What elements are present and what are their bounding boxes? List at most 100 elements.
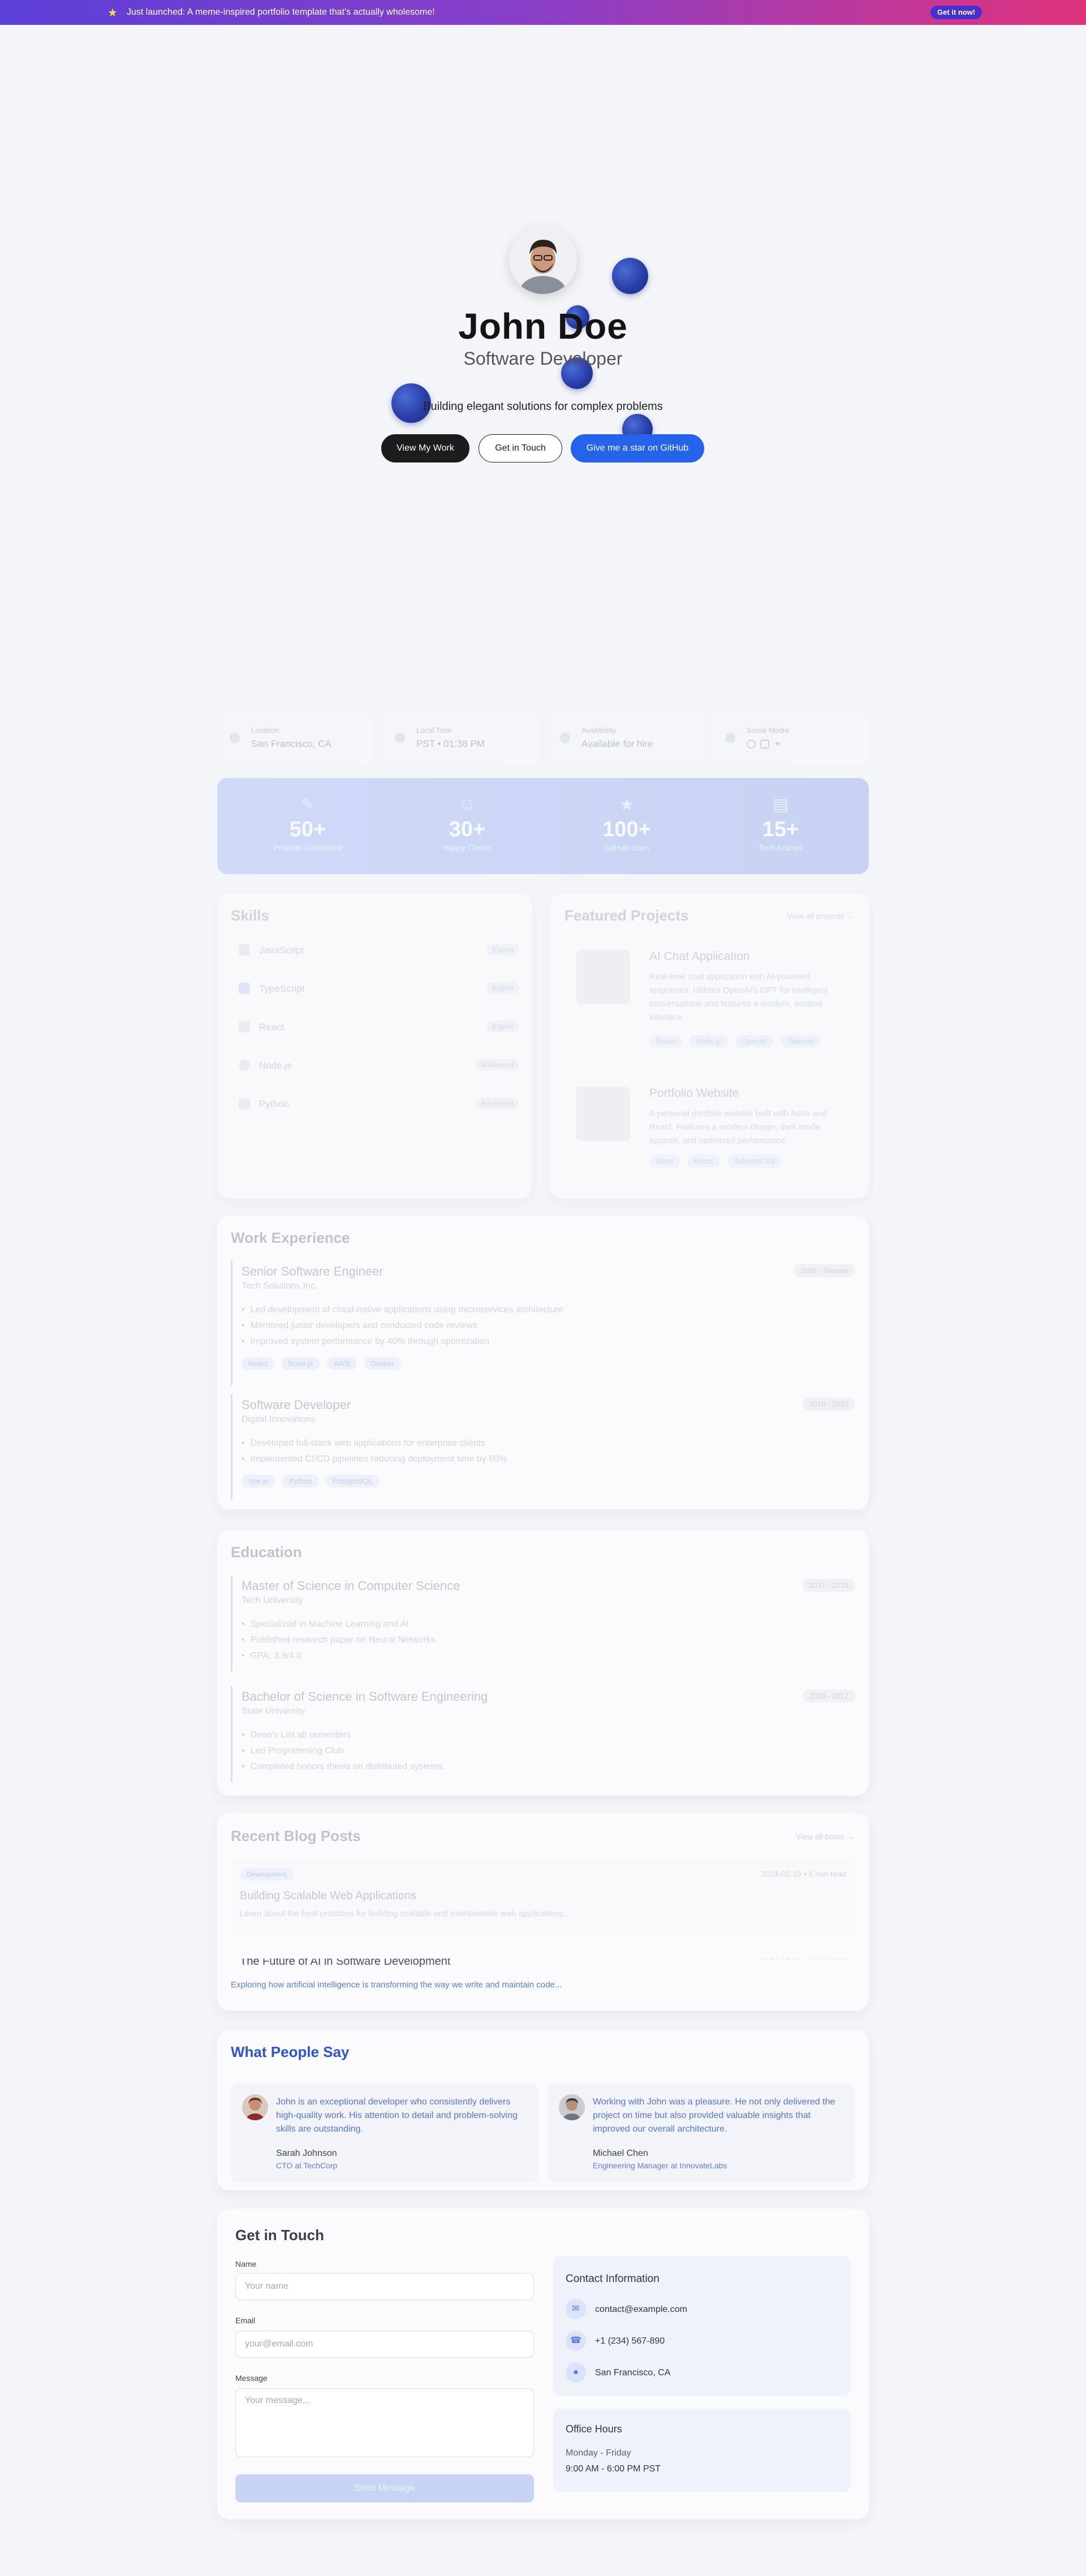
stats-panel: ✎ 50+ Projects Completed ☺ 30+ Happy Cli… (217, 778, 869, 874)
contact-info-title: Contact Information (566, 2273, 660, 2285)
stat-articles: ▤ 15+ Tech Articles (724, 795, 837, 852)
tag: Docker (364, 1357, 401, 1370)
tech-tags: Vue.js Python PostgreSQL (242, 1475, 384, 1488)
get-in-touch-button[interactable]: Get in Touch (479, 434, 562, 463)
experience-item: Senior Software Engineer Tech Solutions … (231, 1261, 855, 1385)
skill-item: Python Advanced (232, 1091, 526, 1116)
testimonial-item: John is an exceptional developer who con… (231, 2083, 538, 2182)
stat-value: 50+ (289, 818, 326, 841)
project-thumbnail (576, 1087, 630, 1141)
email-label: Email (235, 2316, 256, 2325)
avatar (509, 226, 577, 294)
view-work-button[interactable]: View My Work (381, 434, 469, 463)
post-excerpt: Learn about the best practices for build… (240, 1909, 571, 1918)
star-icon: ★ (107, 7, 118, 19)
tag: Tailwind (780, 1035, 820, 1048)
react-icon (239, 1021, 250, 1032)
project-title: AI Chat Application (649, 950, 750, 963)
stat-projects: ✎ 50+ Projects Completed (251, 795, 364, 852)
availability-card: Availability Available for hire (548, 714, 704, 764)
skill-level: Expert (486, 944, 519, 956)
stat-clients: ☺ 30+ Happy Clients (411, 795, 524, 852)
bullet: Completed honors thesis on distributed s… (242, 1762, 443, 1772)
javascript-icon (239, 944, 250, 956)
tag: TailwindCSS (727, 1155, 782, 1168)
stat-value: 30+ (449, 818, 486, 841)
briefcase-icon (560, 733, 570, 743)
project-description: Real-time chat application with AI-power… (649, 972, 828, 1022)
skill-item: TypeScript Expert (232, 976, 526, 1001)
education-card: Education Master of Science in Computer … (217, 1530, 869, 1796)
projects-card: Featured Projects View all projects → AI… (550, 893, 869, 1199)
project-thumbnail (576, 950, 630, 1004)
social-card: Social Media ✦ (713, 714, 869, 764)
tech-tags: React Node.js AWS Docker (242, 1357, 406, 1370)
date-badge: 2013 - 2017 (802, 1689, 855, 1702)
bullet: Improved system performance by 40% throu… (242, 1337, 489, 1347)
date-badge: 2020 - Present (793, 1264, 855, 1277)
testimonial-name: Michael Chen (593, 2149, 648, 2158)
testimonial-role: CTO at TechCorp (276, 2161, 338, 2170)
education-title: Education (231, 1544, 302, 1561)
job-title: Senior Software Engineer (242, 1264, 383, 1278)
skill-item: React Expert (232, 1014, 526, 1039)
project-tags: Astro React TailwindCSS (649, 1155, 786, 1168)
degree: Bachelor of Science in Software Engineer… (242, 1689, 488, 1704)
tag: OpenAI (734, 1035, 774, 1048)
decorative-orb (612, 258, 648, 294)
contact-phone: +1 (234) 567-890 (595, 2336, 665, 2346)
email-input[interactable] (235, 2331, 534, 2358)
send-message-button[interactable]: Send Message (235, 2474, 534, 2502)
time-label: Local Time (416, 726, 452, 734)
view-all-posts-link[interactable]: View all posts → (796, 1832, 854, 1841)
post-meta: 2024-02-15 • 5 min read (761, 1869, 846, 1878)
skill-item: Node.js Advanced (232, 1053, 526, 1078)
bullet: Mentored junior developers and conducted… (242, 1321, 477, 1331)
social-label: Social Media (747, 726, 789, 734)
pencil-icon: ✎ (300, 796, 315, 814)
map-pin-icon (230, 733, 240, 743)
skill-level: Expert (486, 1021, 519, 1032)
office-hours-title: Office Hours (566, 2423, 622, 2435)
twitter-icon[interactable]: ✦ (774, 738, 781, 750)
office-hours-days: Monday - Friday (566, 2448, 631, 2458)
stat-value: 100+ (602, 818, 651, 841)
linkedin-icon[interactable] (760, 740, 769, 749)
stat-label: GitHub Stars (604, 843, 650, 852)
avatar (559, 2094, 585, 2120)
experience-title: Work Experience (231, 1229, 350, 1246)
view-all-projects-link[interactable]: View all projects → (787, 911, 854, 920)
degree: Master of Science in Computer Science (242, 1579, 460, 1593)
skill-level: Advanced (475, 1059, 519, 1071)
contact-card: Get in Touch Name Email Message Send Mes… (217, 2208, 869, 2519)
blog-post[interactable]: Development 2024-02-15 • 5 min read Buil… (231, 1858, 855, 1937)
bullet: Published research paper on Neural Netwo… (242, 1635, 436, 1645)
bullet: Developed full-stack web applications fo… (242, 1438, 485, 1449)
contact-email: contact@example.com (595, 2305, 687, 2314)
tag: React (242, 1357, 274, 1370)
tag: Python (282, 1475, 319, 1488)
banner-cta-button[interactable]: Get it now! (930, 6, 982, 19)
phone-icon: ☎ (566, 2331, 586, 2351)
stat-label: Happy Clients (442, 843, 492, 852)
testimonial-quote: John is an exceptional developer who con… (276, 2097, 518, 2134)
blog-card: Recent Blog Posts View all posts → Devel… (217, 1813, 869, 2011)
location-label: Location (251, 726, 279, 734)
project-item[interactable]: Portfolio Website A personal portfolio w… (567, 1087, 861, 1177)
blog-fade-overlay (217, 1943, 869, 1959)
office-hours-time: 9:00 AM - 6:00 PM PST (566, 2464, 661, 2474)
github-icon[interactable] (747, 740, 756, 749)
testimonials-card: What People Say John is an exceptional d… (217, 2030, 869, 2190)
post-excerpt: Exploring how artificial intelligence is… (231, 1980, 562, 1990)
github-star-button[interactable]: Give me a star on GitHub (571, 434, 704, 463)
tag: Astro (649, 1155, 680, 1168)
bullet: Dean's List all semesters (242, 1730, 351, 1740)
skill-name: React (259, 1022, 285, 1032)
availability-value: Available for hire (581, 738, 653, 749)
name-input[interactable] (235, 2273, 534, 2300)
message-textarea[interactable] (235, 2388, 534, 2457)
testimonial-name: Sarah Johnson (276, 2149, 337, 2158)
smile-icon: ☺ (458, 795, 476, 814)
nodejs-icon (239, 1060, 250, 1071)
project-item[interactable]: AI Chat Application Real-time chat appli… (567, 950, 861, 1063)
